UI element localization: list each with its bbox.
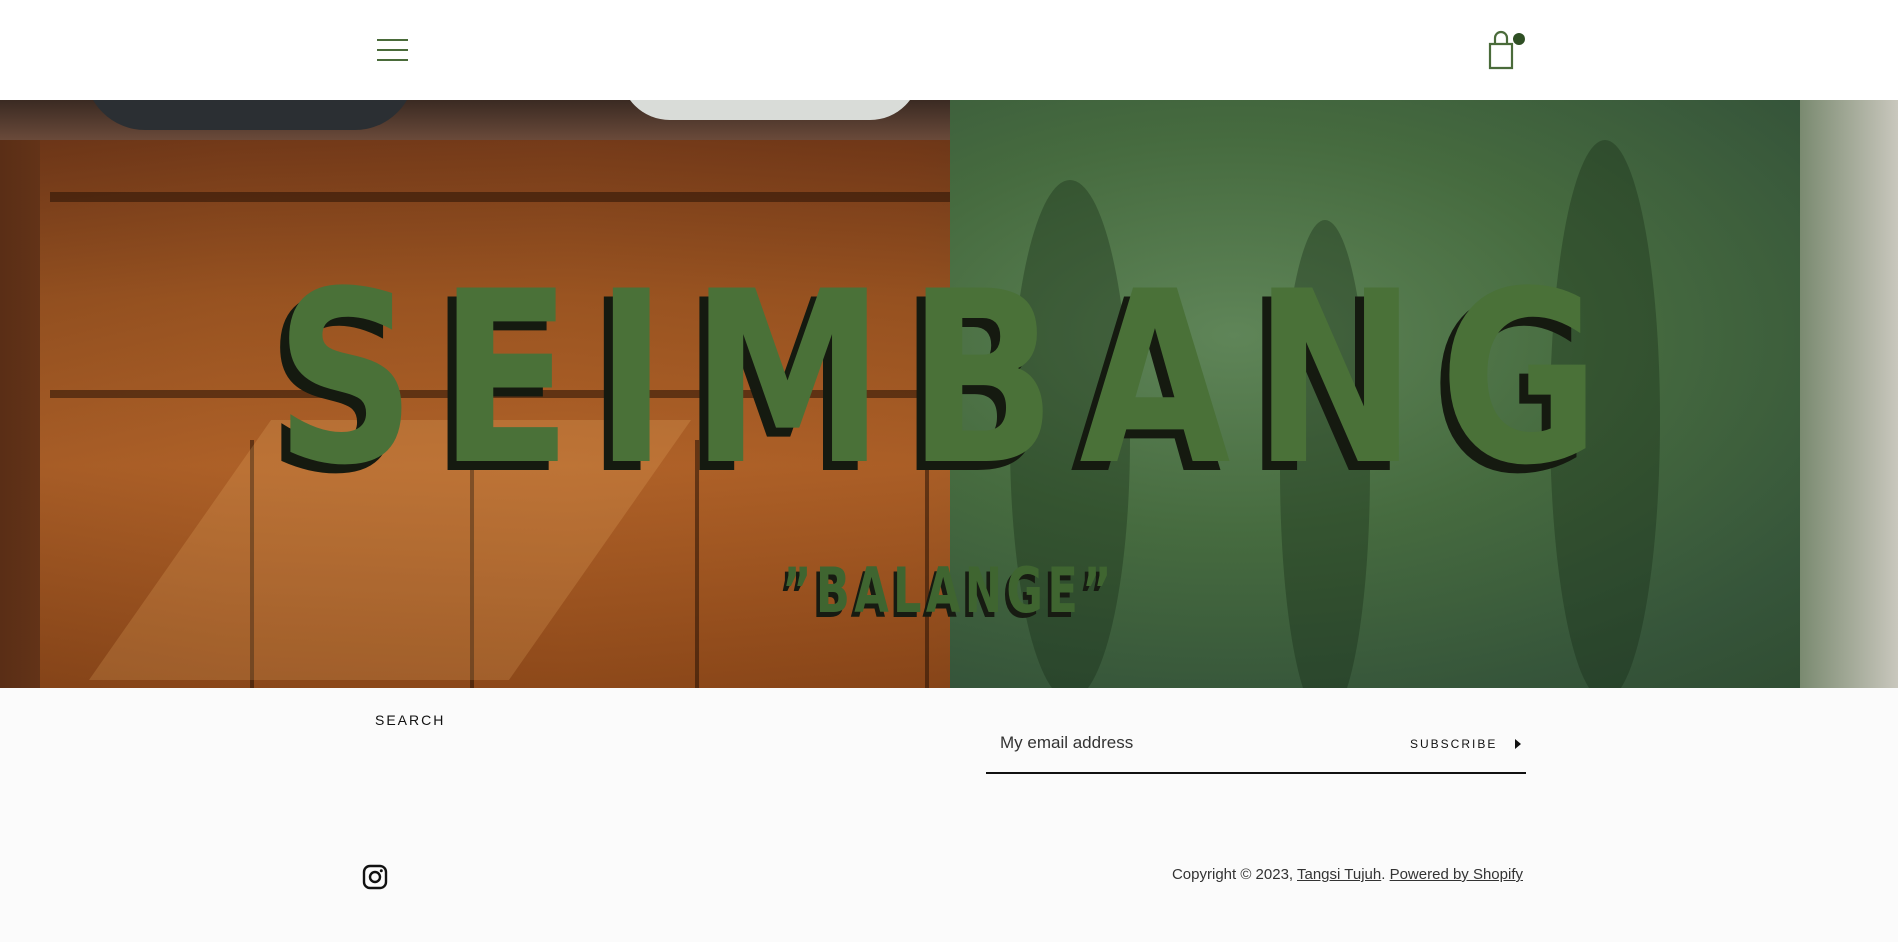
subscribe-label: SUBSCRIBE xyxy=(1410,737,1498,751)
subscribe-button[interactable]: SUBSCRIBE xyxy=(1410,730,1522,758)
hero-title: SEIMBANG xyxy=(275,241,1623,518)
newsletter-form: SUBSCRIBE xyxy=(986,728,1526,774)
site-header xyxy=(0,0,1898,100)
hero-photo-wall xyxy=(1800,100,1898,688)
copyright-prefix: Copyright © 2023, xyxy=(1171,866,1294,883)
hero-subtitle: ”BALANGE” xyxy=(782,554,1116,627)
menu-button[interactable] xyxy=(376,36,410,64)
copyright-text: Copyright © 2023, Tangsi Tujuh. Powered … xyxy=(1172,866,1523,883)
instagram-link[interactable] xyxy=(362,864,388,890)
hero-photo-detail xyxy=(50,192,1000,202)
powered-by-shopify-link[interactable]: Powered by Shopify xyxy=(1390,866,1523,883)
hero-photo-bowl xyxy=(620,100,920,120)
cart-count-dot xyxy=(1513,33,1525,45)
hero-banner: SEIMBANG ”BALANGE” xyxy=(0,100,1898,688)
hero-photo-bowl xyxy=(85,100,415,130)
chevron-right-icon xyxy=(1515,739,1522,749)
menu-bar xyxy=(377,59,408,61)
copyright-separator: . xyxy=(1381,866,1386,883)
instagram-icon xyxy=(362,864,388,890)
menu-bar xyxy=(377,49,408,51)
footer-search-link[interactable]: SEARCH xyxy=(375,712,445,728)
email-field[interactable] xyxy=(1000,728,1380,758)
menu-bar xyxy=(377,39,408,41)
store-link[interactable]: Tangsi Tujuh xyxy=(1297,866,1381,883)
site-footer: SEARCH SUBSCRIBE Copyright © 2023, Tangs… xyxy=(0,688,1898,942)
